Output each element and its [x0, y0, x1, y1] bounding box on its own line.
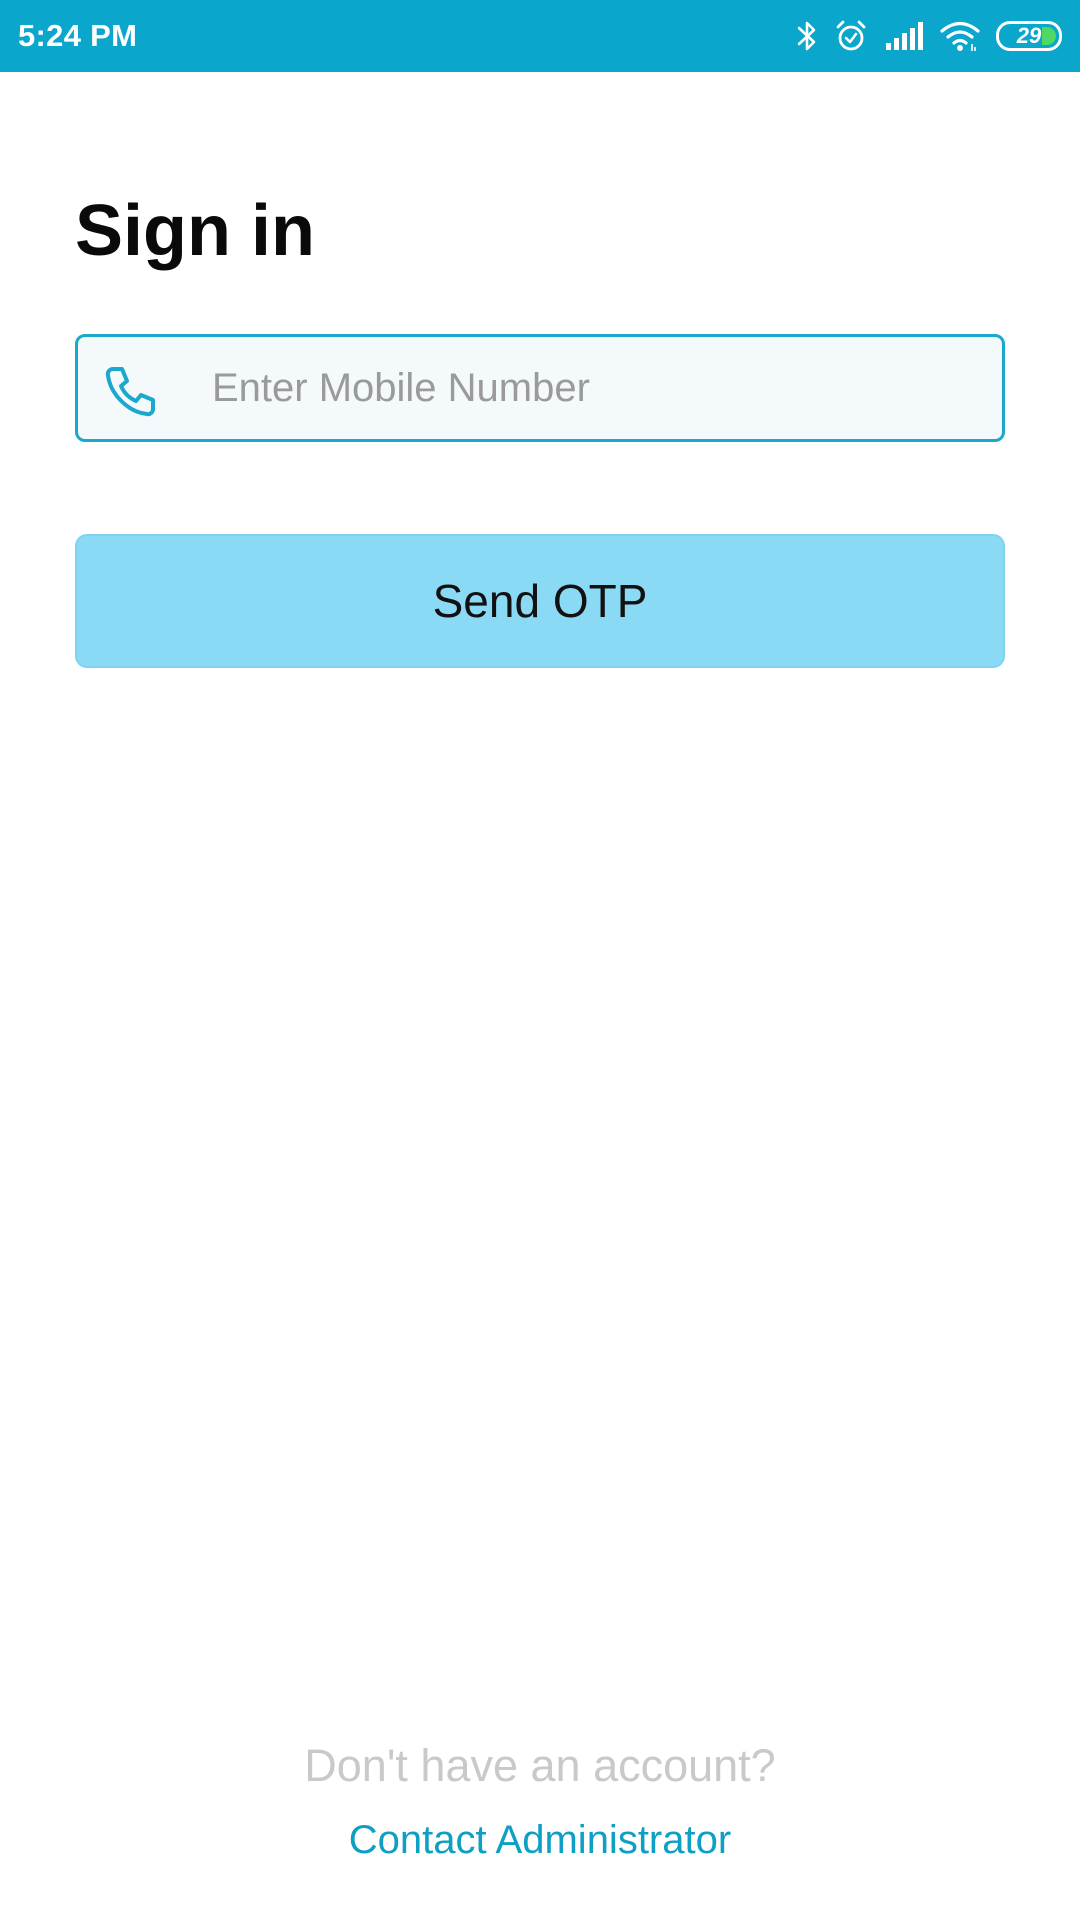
status-bar: 5:24 PM 29	[0, 0, 1080, 72]
sign-in-screen: 5:24 PM 29 Sign in Enter Mobile Number S…	[0, 0, 1080, 1920]
battery-icon: 29	[996, 21, 1062, 51]
send-otp-button[interactable]: Send OTP	[75, 534, 1005, 668]
battery-level: 29	[1016, 23, 1042, 48]
signal-icon	[884, 21, 924, 51]
wifi-icon	[940, 20, 980, 52]
battery-fill	[1042, 27, 1056, 45]
mobile-number-field[interactable]	[75, 334, 1005, 442]
bluetooth-icon	[796, 19, 818, 53]
mobile-number-input[interactable]	[212, 337, 982, 439]
no-account-text: Don't have an account?	[304, 1740, 776, 1791]
contact-administrator-link[interactable]: Contact Administrator	[0, 1818, 1080, 1863]
phone-icon	[100, 361, 160, 426]
alarm-icon	[834, 19, 868, 53]
page-title: Sign in	[75, 191, 315, 271]
status-icons: 29	[796, 19, 1062, 53]
status-time: 5:24 PM	[18, 18, 138, 53]
